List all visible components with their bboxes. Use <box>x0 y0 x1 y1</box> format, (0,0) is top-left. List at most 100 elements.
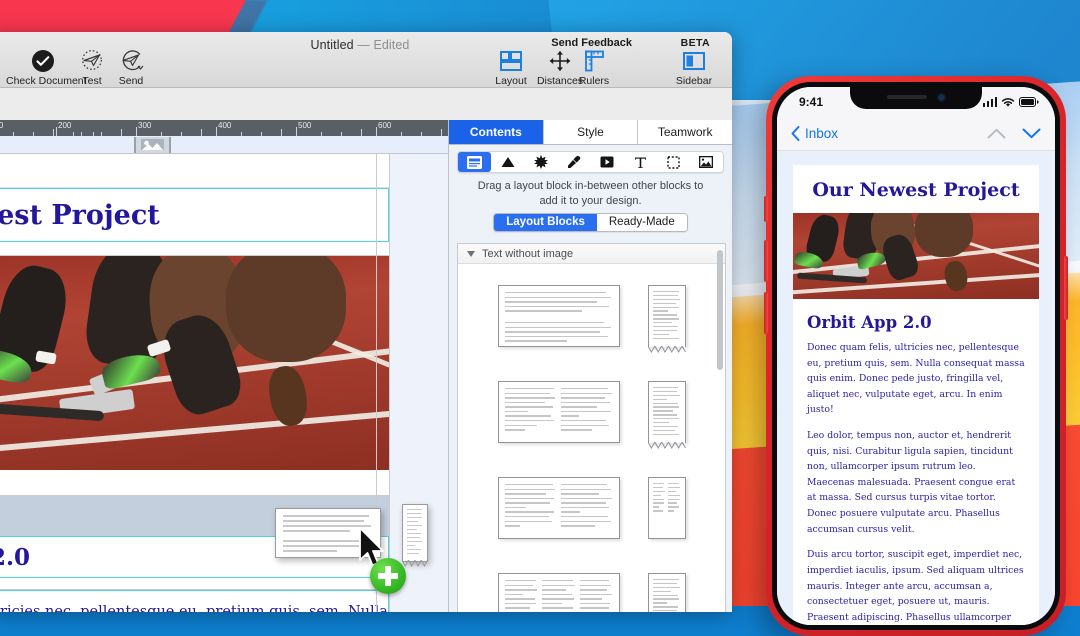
layout-thumb-2col[interactable] <box>498 477 620 539</box>
phone-notch <box>850 87 982 109</box>
chevron-left-icon <box>791 126 800 141</box>
ruler-mark: 500 <box>298 121 311 130</box>
group-header-label: Text without image <box>482 248 573 260</box>
send-button[interactable]: Send <box>105 48 157 87</box>
sprinter-photo <box>0 256 389 470</box>
layout-thumb-tall-1col[interactable] <box>648 381 686 443</box>
doc-block-body[interactable]: m felis, ultricies nec, pellentesque eu,… <box>0 590 389 612</box>
mail-paragraph-with-link: Duis arcu tortor, suscipit eget, imperdi… <box>793 547 1039 625</box>
phone-status-bar: 9:41 <box>777 87 1055 117</box>
chevron-down-icon <box>467 251 475 257</box>
layout-thumb-2col[interactable] <box>498 381 620 443</box>
sprinter-photo-small <box>793 213 1039 299</box>
back-label: Inbox <box>805 126 838 141</box>
ruler-mark: 600 <box>378 121 391 130</box>
mail-nav-bar: Inbox <box>777 117 1055 151</box>
rulers-icon <box>568 48 620 74</box>
mail-paragraph: Leo dolor, tempus non, auctor et, hendre… <box>793 428 1039 547</box>
inspector-tabs: Contents Style Teamwork <box>449 120 732 145</box>
inspector-hint: Drag a layout block in-between other blo… <box>449 173 732 213</box>
blocks-list-scrollbar[interactable] <box>717 246 724 612</box>
send-label: Send <box>105 75 157 87</box>
wifi-icon <box>1001 97 1015 108</box>
layout-block-icon[interactable] <box>458 152 491 172</box>
phone-power-button[interactable] <box>1064 256 1068 320</box>
layout-block-row[interactable] <box>458 364 725 460</box>
rulers-button[interactable]: Rulers <box>568 48 620 87</box>
phone-volume-down-button[interactable] <box>764 292 768 334</box>
doc-block-gap-2[interactable] <box>0 470 389 496</box>
tab-contents[interactable]: Contents <box>449 120 544 144</box>
tab-teamwork[interactable]: Teamwork <box>638 120 732 144</box>
ruler-block-handle[interactable] <box>134 137 171 153</box>
doc-block-gap-1[interactable] <box>0 242 389 256</box>
segment-layout-blocks[interactable]: Layout Blocks <box>494 214 597 231</box>
mail-paragraph-pre: Duis arcu tortor, suscipit eget, imperdi… <box>807 549 1024 622</box>
doc-block-spacer-top[interactable] <box>0 154 389 188</box>
doc-block-image[interactable] <box>0 256 389 470</box>
sidebar-label: Sidebar <box>667 75 721 87</box>
burst-star-icon[interactable] <box>524 152 557 172</box>
mail-hero-image <box>793 213 1039 299</box>
mail-subtitle: Orbit App 2.0 <box>793 299 1039 340</box>
cellular-bars-icon <box>983 97 998 107</box>
layout-thumb-3col[interactable] <box>498 573 620 612</box>
battery-icon <box>1019 97 1039 107</box>
phone-screen: 9:41 <box>777 87 1055 625</box>
selection-box-icon[interactable] <box>657 152 690 172</box>
chevron-up-icon[interactable] <box>987 128 1006 139</box>
ruler-mark: 300 <box>138 121 151 130</box>
paper-plane-send-icon <box>105 48 157 74</box>
doc-body-text: m felis, ultricies nec, pellentesque eu,… <box>0 604 388 612</box>
status-indicators <box>983 97 1040 108</box>
horizontal-ruler[interactable]: 100 200 300 400 500 600 <box>0 120 448 136</box>
sidebar-button[interactable]: Sidebar <box>667 48 721 87</box>
mail-title: Our Newest Project <box>793 165 1039 213</box>
eyedropper-icon[interactable] <box>557 152 590 172</box>
image-placeholder-icon <box>140 138 165 151</box>
shape-triangle-icon[interactable] <box>491 152 524 172</box>
layout-block-row[interactable] <box>458 460 725 556</box>
tab-style[interactable]: Style <box>544 120 639 144</box>
rulers-label: Rulers <box>568 75 620 87</box>
layout-thumb-tall-2col[interactable] <box>648 477 686 539</box>
mail-card: Our Newest Project <box>793 165 1039 625</box>
content-type-toolbar <box>457 151 724 173</box>
group-header-text-without-image[interactable]: Text without image <box>458 244 725 264</box>
image-tool-icon[interactable] <box>690 152 723 172</box>
layout-blocks-list[interactable]: Text without image <box>457 243 726 612</box>
app-window: Untitled — Edited Send Feedback BETA Che… <box>0 32 732 612</box>
add-block-badge[interactable] <box>370 558 406 594</box>
iphone-mockup: 9:41 <box>766 76 1066 636</box>
phone-mute-button[interactable] <box>764 196 768 222</box>
inspector-panel: Contents Style Teamwork <box>448 120 732 612</box>
layout-thumb-tall-1col[interactable] <box>648 573 686 612</box>
doc-block-gap-3[interactable] <box>0 578 389 590</box>
drag-preview-tall <box>402 504 428 562</box>
video-play-icon[interactable] <box>591 152 624 172</box>
mail-paragraph: Donec quam felis, ultricies nec, pellent… <box>793 340 1039 428</box>
doc-subheading-text: App 2.0 <box>0 544 30 571</box>
sidebar-icon <box>667 48 721 74</box>
blocks-mode-segmented: Layout Blocks Ready-Made <box>449 213 732 239</box>
layout-thumb-1col[interactable] <box>498 285 620 347</box>
front-camera-icon <box>937 93 946 102</box>
phone-bezel: 9:41 <box>772 82 1060 630</box>
mail-nav-arrows <box>987 128 1041 139</box>
earpiece-speaker-icon <box>887 95 927 99</box>
layout-block-row[interactable] <box>458 556 725 612</box>
text-tool-icon[interactable] <box>624 152 657 172</box>
layout-thumb-tall-1col[interactable] <box>648 285 686 347</box>
mail-message-body[interactable]: Our Newest Project <box>777 151 1055 625</box>
toolbar: Check Document Test <box>0 48 732 88</box>
doc-block-heading[interactable]: Newest Project <box>0 188 389 242</box>
phone-volume-up-button[interactable] <box>764 240 768 282</box>
segment-ready-made[interactable]: Ready-Made <box>597 214 687 231</box>
status-time: 9:41 <box>799 95 823 109</box>
layout-block-row[interactable] <box>458 268 725 364</box>
chevron-down-icon[interactable] <box>1022 128 1041 139</box>
ruler-mark: 200 <box>58 121 71 130</box>
ruler-mark: 400 <box>218 121 231 130</box>
back-to-inbox-button[interactable]: Inbox <box>791 126 838 141</box>
title-bar: Untitled — Edited Send Feedback BETA Che… <box>0 32 732 88</box>
